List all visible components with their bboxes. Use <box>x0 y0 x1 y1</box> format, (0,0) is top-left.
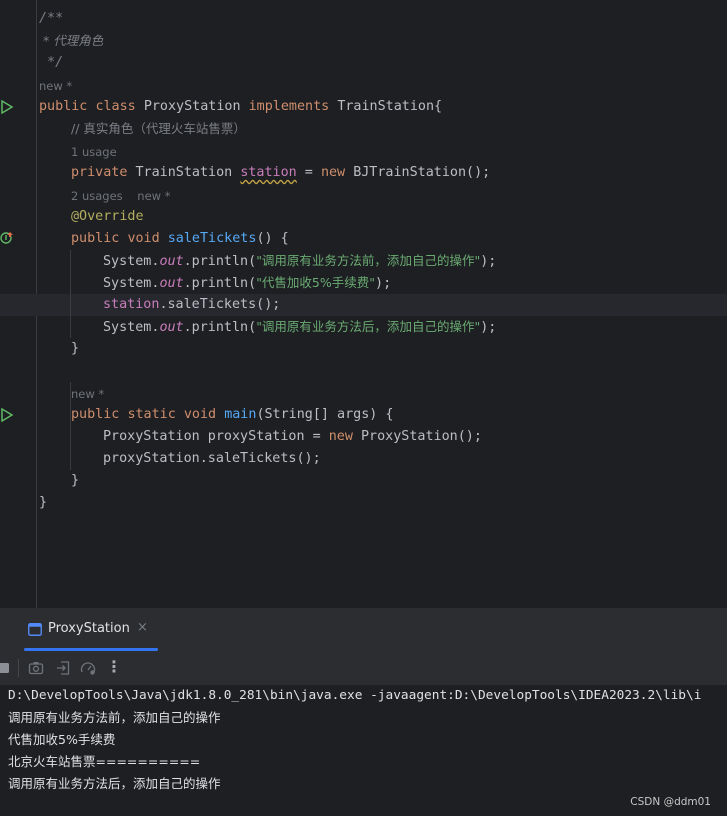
tab-proxystation[interactable]: ProxyStation × <box>24 609 158 651</box>
watermark: CSDN @ddm01 <box>630 796 711 808</box>
usage-hint[interactable]: 1 usage <box>71 141 117 163</box>
run-tab-bar: ProxyStation × <box>0 609 727 651</box>
stop-icon[interactable] <box>0 660 12 676</box>
code-line: station.saleTickets(); <box>103 297 281 312</box>
method-declaration: public void saleTickets() { <box>71 231 289 246</box>
method-close-brace: } <box>71 341 80 356</box>
doc-comment-end: */ <box>39 55 64 70</box>
author-hint-main[interactable]: new * <box>71 383 104 405</box>
code-editor[interactable]: /** * 代理角色 */ new * public class ProxySt… <box>0 0 727 608</box>
field-declaration: private TrainStation station = new BJTra… <box>71 165 491 180</box>
code-line: proxyStation.saleTickets(); <box>103 451 321 466</box>
console-line: 调用原有业务方法前，添加自己的操作 <box>8 710 221 725</box>
toolbar-separator <box>18 659 19 677</box>
code-line: ProxyStation proxyStation = new ProxySta… <box>103 429 482 444</box>
code-line: System.out.println("代售加收5%手续费"); <box>103 275 392 291</box>
more-icon[interactable]: ⋮ <box>106 657 122 676</box>
run-main-icon[interactable] <box>0 408 14 422</box>
line-comment: // 真实角色（代理火车站售票） <box>71 121 246 136</box>
main-close-brace: } <box>71 473 80 488</box>
run-toolbar: ⋮ <box>0 651 727 686</box>
code-line: System.out.println("调用原有业务方法前，添加自己的操作"); <box>103 253 497 269</box>
usages-hint[interactable]: 2 usages new * <box>71 185 170 207</box>
indent-guide <box>70 250 71 338</box>
run-class-icon[interactable] <box>0 100 14 114</box>
console-icon <box>28 623 42 636</box>
author-hint[interactable]: new * <box>39 75 72 97</box>
code-line: System.out.println("调用原有业务方法后，添加自己的操作"); <box>103 319 497 335</box>
camera-icon[interactable] <box>28 660 44 676</box>
doc-comment-body: * 代理角色 <box>39 33 104 48</box>
doc-comment-start: /** <box>39 11 64 26</box>
tab-label: ProxyStation <box>48 621 130 636</box>
console-output[interactable]: D:\DevelopTools\Java\jdk1.8.0_281\bin\ja… <box>0 685 727 816</box>
console-line: 调用原有业务方法后，添加自己的操作 <box>8 776 221 791</box>
close-icon[interactable]: × <box>137 620 148 635</box>
class-close-brace: } <box>39 495 48 510</box>
class-declaration: public class ProxyStation implements Tra… <box>39 99 443 114</box>
run-tool-window: ProxyStation × ⋮ D:\DevelopTools\Java\jd… <box>0 608 727 816</box>
console-line: 代售加收5%手续费 <box>8 732 116 747</box>
console-line: 北京火车站售票========== <box>8 754 201 769</box>
console-line: D:\DevelopTools\Java\jdk1.8.0_281\bin\ja… <box>8 688 702 703</box>
gauge-icon[interactable] <box>80 660 96 676</box>
login-icon[interactable] <box>55 660 71 676</box>
override-annotation: @Override <box>71 209 144 224</box>
implements-method-icon[interactable] <box>0 231 14 245</box>
main-declaration: public static void main(String[] args) { <box>71 407 394 422</box>
